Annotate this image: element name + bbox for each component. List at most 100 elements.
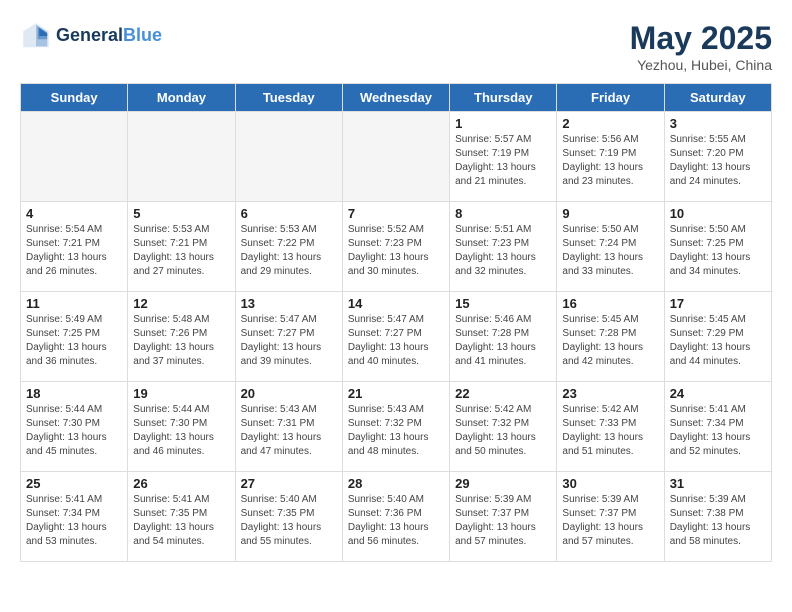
day-number: 24 [670,386,766,401]
day-number: 22 [455,386,551,401]
calendar-week-row: 11 Sunrise: 5:49 AM Sunset: 7:25 PM Dayli… [21,292,772,382]
month-title: May 2025 [630,20,772,57]
day-number: 12 [133,296,229,311]
day-number: 4 [26,206,122,221]
weekday-header: Thursday [450,84,557,112]
day-detail: Sunrise: 5:52 AM Sunset: 7:23 PM Dayligh… [348,223,444,279]
day-number: 28 [348,476,444,491]
day-number: 26 [133,476,229,491]
calendar-cell: 24Sunrise: 5:41 AM Sunset: 7:34 PM Dayli… [664,382,771,472]
day-number: 18 [26,386,122,401]
day-detail: Sunrise: 5:41 AM Sunset: 7:34 PM Dayligh… [26,493,122,549]
day-number: 25 [26,476,122,491]
day-detail: Sunrise: 5:49 AM Sunset: 7:25 PM Dayligh… [26,313,122,369]
calendar-cell [128,112,235,202]
weekday-row: SundayMondayTuesdayWednesdayThursdayFrid… [21,84,772,112]
calendar-body: 1 Sunrise: 5:57 AM Sunset: 7:19 PM Daylig… [21,112,772,562]
weekday-header: Sunday [21,84,128,112]
logo: GeneralBlue [20,20,162,52]
calendar-cell: 5 Sunrise: 5:53 AM Sunset: 7:21 PM Daylig… [128,202,235,292]
day-detail: Sunrise: 5:57 AM Sunset: 7:19 PM Dayligh… [455,133,551,189]
calendar-week-row: 25 Sunrise: 5:41 AM Sunset: 7:34 PM Dayli… [21,472,772,562]
day-detail: Sunrise: 5:55 AM Sunset: 7:20 PM Dayligh… [670,133,766,189]
day-detail: Sunrise: 5:48 AM Sunset: 7:26 PM Dayligh… [133,313,229,369]
weekday-header: Wednesday [342,84,449,112]
calendar-cell: 17 Sunrise: 5:45 AM Sunset: 7:29 PM Dayli… [664,292,771,382]
day-number: 30 [562,476,658,491]
day-number: 6 [241,206,337,221]
calendar-cell: 27Sunrise: 5:40 AM Sunset: 7:35 PM Dayli… [235,472,342,562]
day-number: 11 [26,296,122,311]
calendar-week-row: 4 Sunrise: 5:54 AM Sunset: 7:21 PM Daylig… [21,202,772,292]
day-detail: Sunrise: 5:54 AM Sunset: 7:21 PM Dayligh… [26,223,122,279]
day-detail: Sunrise: 5:41 AM Sunset: 7:35 PM Dayligh… [133,493,229,549]
calendar-week-row: 18 Sunrise: 5:44 AM Sunset: 7:30 PM Dayli… [21,382,772,472]
day-detail: Sunrise: 5:51 AM Sunset: 7:23 PM Dayligh… [455,223,551,279]
day-detail: Sunrise: 5:53 AM Sunset: 7:21 PM Dayligh… [133,223,229,279]
calendar-cell: 4 Sunrise: 5:54 AM Sunset: 7:21 PM Daylig… [21,202,128,292]
day-number: 5 [133,206,229,221]
calendar-cell: 29 Sunrise: 5:39 AM Sunset: 7:37 PM Dayli… [450,472,557,562]
calendar-cell: 19Sunrise: 5:44 AM Sunset: 7:30 PM Dayli… [128,382,235,472]
calendar-cell: 30 Sunrise: 5:39 AM Sunset: 7:37 PM Dayli… [557,472,664,562]
calendar-cell: 14 Sunrise: 5:47 AM Sunset: 7:27 PM Dayli… [342,292,449,382]
calendar-cell [342,112,449,202]
day-number: 29 [455,476,551,491]
day-detail: Sunrise: 5:40 AM Sunset: 7:36 PM Dayligh… [348,493,444,549]
page-header: GeneralBlue May 2025 Yezhou, Hubei, Chin… [20,20,772,73]
calendar-cell: 8Sunrise: 5:51 AM Sunset: 7:23 PM Daylig… [450,202,557,292]
day-number: 31 [670,476,766,491]
title-block: May 2025 Yezhou, Hubei, China [630,20,772,73]
calendar-cell: 20Sunrise: 5:43 AM Sunset: 7:31 PM Dayli… [235,382,342,472]
day-number: 1 [455,116,551,131]
calendar-cell: 3 Sunrise: 5:55 AM Sunset: 7:20 PM Daylig… [664,112,771,202]
day-number: 2 [562,116,658,131]
day-detail: Sunrise: 5:45 AM Sunset: 7:29 PM Dayligh… [670,313,766,369]
calendar-cell [21,112,128,202]
calendar-week-row: 1 Sunrise: 5:57 AM Sunset: 7:19 PM Daylig… [21,112,772,202]
day-detail: Sunrise: 5:47 AM Sunset: 7:27 PM Dayligh… [348,313,444,369]
calendar-cell: 31Sunrise: 5:39 AM Sunset: 7:38 PM Dayli… [664,472,771,562]
day-number: 9 [562,206,658,221]
logo-text: GeneralBlue [56,26,162,46]
calendar-cell [235,112,342,202]
calendar-cell: 16Sunrise: 5:45 AM Sunset: 7:28 PM Dayli… [557,292,664,382]
day-detail: Sunrise: 5:43 AM Sunset: 7:32 PM Dayligh… [348,403,444,459]
calendar-cell: 12 Sunrise: 5:48 AM Sunset: 7:26 PM Dayli… [128,292,235,382]
weekday-header: Tuesday [235,84,342,112]
calendar-cell: 7Sunrise: 5:52 AM Sunset: 7:23 PM Daylig… [342,202,449,292]
day-detail: Sunrise: 5:56 AM Sunset: 7:19 PM Dayligh… [562,133,658,189]
day-number: 3 [670,116,766,131]
calendar-cell: 23Sunrise: 5:42 AM Sunset: 7:33 PM Dayli… [557,382,664,472]
day-number: 13 [241,296,337,311]
day-detail: Sunrise: 5:46 AM Sunset: 7:28 PM Dayligh… [455,313,551,369]
calendar-cell: 26 Sunrise: 5:41 AM Sunset: 7:35 PM Dayli… [128,472,235,562]
calendar-cell: 21Sunrise: 5:43 AM Sunset: 7:32 PM Dayli… [342,382,449,472]
day-number: 17 [670,296,766,311]
calendar-cell: 18 Sunrise: 5:44 AM Sunset: 7:30 PM Dayli… [21,382,128,472]
day-detail: Sunrise: 5:39 AM Sunset: 7:37 PM Dayligh… [455,493,551,549]
calendar-cell: 28 Sunrise: 5:40 AM Sunset: 7:36 PM Dayli… [342,472,449,562]
calendar-cell: 2 Sunrise: 5:56 AM Sunset: 7:19 PM Daylig… [557,112,664,202]
day-detail: Sunrise: 5:50 AM Sunset: 7:24 PM Dayligh… [562,223,658,279]
calendar-cell: 1 Sunrise: 5:57 AM Sunset: 7:19 PM Daylig… [450,112,557,202]
day-detail: Sunrise: 5:50 AM Sunset: 7:25 PM Dayligh… [670,223,766,279]
day-detail: Sunrise: 5:39 AM Sunset: 7:37 PM Dayligh… [562,493,658,549]
day-detail: Sunrise: 5:45 AM Sunset: 7:28 PM Dayligh… [562,313,658,369]
calendar-cell: 11 Sunrise: 5:49 AM Sunset: 7:25 PM Dayli… [21,292,128,382]
day-number: 10 [670,206,766,221]
logo-icon [20,20,52,52]
day-number: 23 [562,386,658,401]
day-detail: Sunrise: 5:44 AM Sunset: 7:30 PM Dayligh… [133,403,229,459]
day-number: 14 [348,296,444,311]
weekday-header: Friday [557,84,664,112]
calendar-cell: 15Sunrise: 5:46 AM Sunset: 7:28 PM Dayli… [450,292,557,382]
day-detail: Sunrise: 5:47 AM Sunset: 7:27 PM Dayligh… [241,313,337,369]
weekday-header: Saturday [664,84,771,112]
calendar-cell: 9 Sunrise: 5:50 AM Sunset: 7:24 PM Daylig… [557,202,664,292]
day-number: 20 [241,386,337,401]
weekday-header: Monday [128,84,235,112]
day-detail: Sunrise: 5:44 AM Sunset: 7:30 PM Dayligh… [26,403,122,459]
day-detail: Sunrise: 5:42 AM Sunset: 7:32 PM Dayligh… [455,403,551,459]
calendar-cell: 13 Sunrise: 5:47 AM Sunset: 7:27 PM Dayli… [235,292,342,382]
